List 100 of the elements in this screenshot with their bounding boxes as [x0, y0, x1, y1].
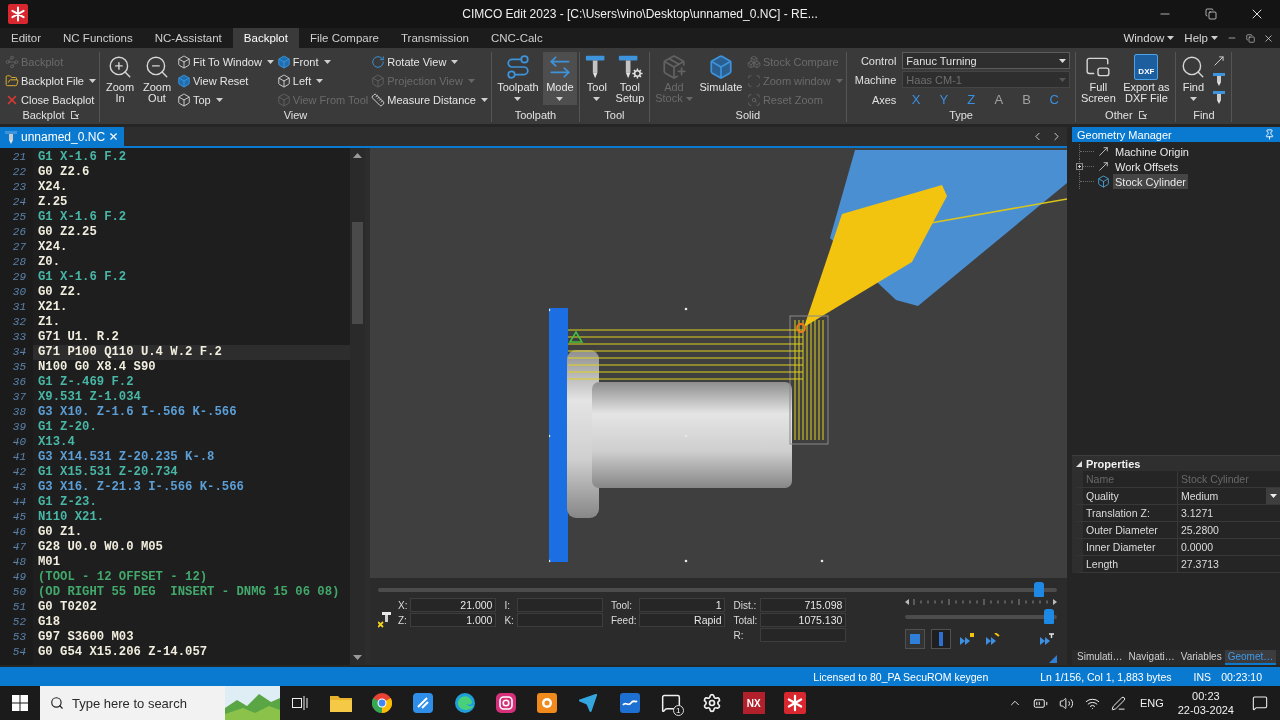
tree-item[interactable]: Work Offsets — [1113, 159, 1181, 174]
paper-plane-icon — [578, 693, 599, 713]
tree-item[interactable]: Stock Cylinder — [1113, 174, 1188, 189]
ribbon-button[interactable]: Left — [275, 72, 370, 90]
ribbon-button[interactable]: Tool Setup — [612, 52, 647, 105]
readout-label: Tool: — [610, 599, 634, 613]
ribbon-button[interactable]: Mode — [542, 52, 577, 105]
line-number: 53 — [11, 630, 27, 645]
menu-tab[interactable]: NC Functions — [52, 28, 144, 48]
restore-button[interactable] — [1244, 31, 1256, 45]
readout-label: Dist.: — [733, 599, 758, 613]
panel-tab[interactable]: Navigati… — [1125, 650, 1178, 665]
tool-icon — [1212, 90, 1227, 104]
property-value[interactable]: 27.3713 — [1177, 556, 1280, 572]
search-box[interactable]: Type here to search — [40, 686, 280, 720]
tree-item[interactable]: Machine Origin — [1113, 144, 1191, 159]
line-number: 37 — [11, 390, 27, 405]
expand-icon[interactable] — [1076, 163, 1083, 170]
dialog-launcher[interactable] — [1138, 110, 1147, 119]
axis-toggle[interactable]: B — [1012, 92, 1041, 107]
taskbar-app[interactable]: NX — [732, 686, 775, 720]
toolbar-icon-button[interactable] — [1212, 90, 1227, 104]
menu-button[interactable]: Window — [1121, 32, 1177, 44]
ribbon-button[interactable]: Rotate View — [370, 53, 489, 71]
menu-tab[interactable]: Editor — [0, 28, 53, 48]
ribbon-button[interactable]: Tool — [581, 52, 612, 105]
group-label: Other — [1105, 108, 1133, 121]
ribbon-button[interactable]: View Reset — [176, 72, 275, 90]
dialog-launcher[interactable] — [70, 110, 79, 119]
menu-tab[interactable]: File Compare — [298, 28, 390, 48]
ribbon-button[interactable]: DXF Export as DXF File — [1119, 52, 1174, 105]
code-line: (OD RIGHT 55 DEG INSERT - DNMG 15 06 08) — [37, 585, 341, 600]
ribbon-button[interactable]: Measure Distance — [370, 91, 489, 109]
hills-illustration — [225, 686, 280, 720]
property-value[interactable]: 0.0000 — [1177, 539, 1280, 555]
search-field[interactable]: Type here to search — [72, 693, 217, 713]
restore-icon — [1245, 33, 1255, 43]
property-value[interactable]: 25.2800 — [1177, 522, 1280, 538]
ribbon-button[interactable]: Full Screen — [1078, 52, 1119, 105]
toolbar-icon-button[interactable] — [1212, 54, 1227, 68]
panel-tab[interactable]: Geomet… — [1224, 650, 1277, 665]
panel-tab[interactable]: Simulati… — [1074, 650, 1126, 665]
collapse-icon[interactable] — [1076, 460, 1082, 467]
chat-bubble-icon — [661, 693, 681, 713]
menu-button[interactable]: Help — [1182, 32, 1220, 44]
code-line: G1 Z-20. — [37, 420, 98, 435]
clock-time: 00:23 — [1192, 689, 1220, 703]
ribbon-button[interactable]: Zoom In — [102, 52, 138, 105]
property-value[interactable]: Medium — [1177, 488, 1280, 504]
code-line: N100 G0 X8.4 S90 — [37, 360, 157, 375]
menu-tab[interactable]: CNC-Calc — [479, 28, 554, 48]
skip-to-end-icon — [1040, 633, 1054, 645]
ribbon-button[interactable]: Fit To Window — [176, 53, 275, 71]
line-number: 35 — [11, 360, 27, 375]
document-tab[interactable]: unnamed_0.NC — [0, 127, 125, 146]
readout-label: Total: — [733, 614, 758, 628]
code-line: G18 — [37, 615, 62, 630]
menu-tab[interactable]: NC-Assistant — [143, 28, 233, 48]
field-label: Machine — [854, 73, 897, 86]
language-indicator[interactable]: ENG — [1131, 697, 1172, 709]
axis-toggle[interactable]: A — [985, 92, 1013, 107]
ribbon-button[interactable]: Close Backplot — [4, 91, 97, 109]
close-icon — [108, 131, 120, 142]
zoom-in-icon — [107, 54, 133, 80]
combo-box[interactable]: Fanuc Turning — [902, 52, 1071, 69]
taskbar-app[interactable]: 1 — [650, 686, 692, 720]
line-number: 26 — [11, 225, 27, 240]
ribbon-button[interactable]: Front — [275, 53, 370, 71]
line-number: 39 — [11, 420, 27, 435]
vertical-scrollbar[interactable] — [350, 148, 365, 665]
ribbon-button[interactable]: Find — [1178, 52, 1209, 105]
ribbon-button[interactable]: Simulate — [696, 52, 745, 94]
code-line: Z1. — [37, 315, 62, 330]
stop-button[interactable] — [905, 629, 925, 649]
dropdown-button[interactable] — [1266, 488, 1280, 504]
ribbon-button[interactable]: Backplot File — [4, 72, 97, 90]
property-value[interactable]: 3.1271 — [1177, 505, 1280, 521]
code-line: G28 U0.0 W0.0 M05 — [37, 540, 164, 555]
menu-tab[interactable]: Backplot — [232, 28, 299, 48]
menu-tab[interactable]: Transmission — [389, 28, 480, 48]
readout-label: K: — [504, 614, 514, 628]
toolbar-icon-button[interactable] — [1212, 72, 1227, 86]
slider-thumb[interactable] — [1044, 609, 1055, 624]
panel-tab[interactable]: Variables — [1177, 650, 1225, 665]
ring-logo-icon — [371, 693, 392, 713]
notifications-icon — [1252, 695, 1268, 711]
ribbon-button[interactable]: Toolpath — [493, 52, 542, 105]
slider-thumb[interactable] — [1033, 582, 1044, 597]
caret-icon — [1167, 36, 1175, 40]
scroll-down-icon — [353, 655, 362, 660]
readout-field: 1075.130 — [760, 613, 847, 627]
ribbon-button[interactable]: Top — [176, 91, 275, 109]
property-name: Translation Z: — [1085, 506, 1151, 521]
readout-label: I: — [504, 599, 511, 613]
field-label: Axes — [870, 93, 897, 106]
ribbon-button[interactable]: Zoom Out — [139, 52, 175, 105]
readout-field: 21.000 — [410, 598, 497, 612]
task-view-icon — [292, 696, 308, 710]
scrollbar-thumb[interactable] — [352, 222, 363, 324]
pause-button[interactable] — [931, 629, 951, 649]
